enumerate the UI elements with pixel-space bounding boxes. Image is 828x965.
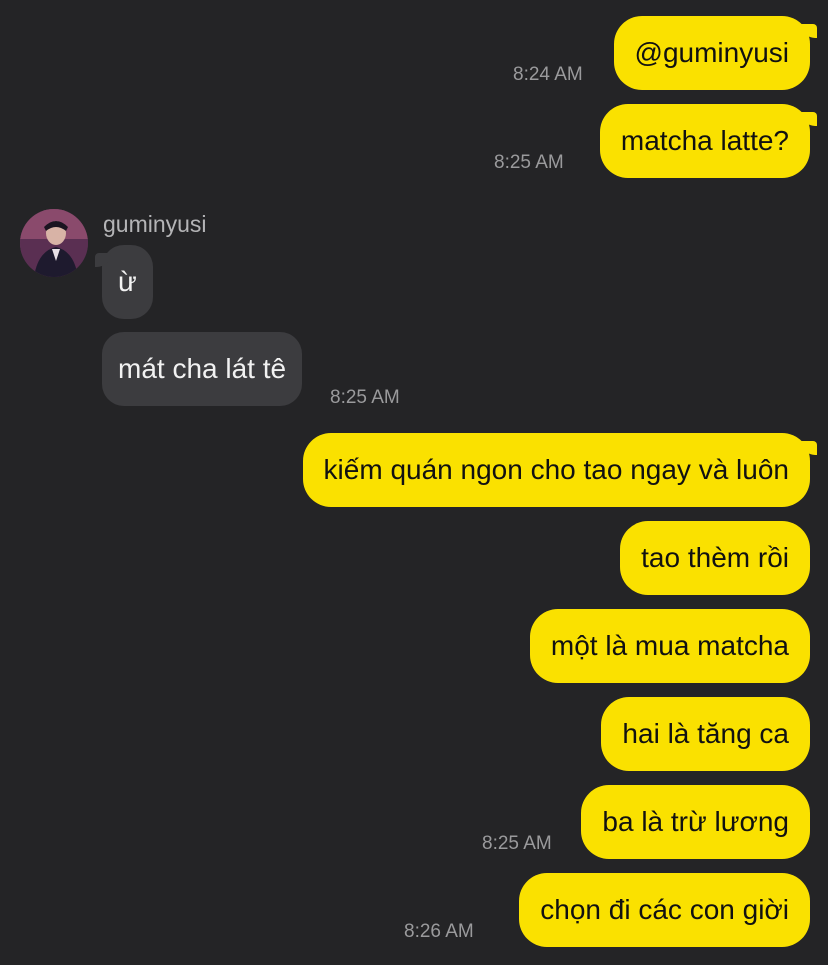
message-timestamp: 8:25 AM xyxy=(482,833,552,854)
outgoing-message[interactable]: tao thèm rồi xyxy=(620,521,810,595)
outgoing-message[interactable]: chọn đi các con giời xyxy=(519,873,810,947)
message-timestamp: 8:25 AM xyxy=(494,152,564,173)
message-timestamp: 8:24 AM xyxy=(513,64,583,85)
outgoing-message[interactable]: matcha latte? xyxy=(599,104,818,178)
message-timestamp: 8:26 AM xyxy=(404,921,474,942)
contact-name: guminyusi xyxy=(103,211,207,237)
outgoing-message[interactable]: hai là tăng ca xyxy=(601,697,810,771)
avatar-photo-icon xyxy=(20,209,88,277)
incoming-message[interactable]: ừ xyxy=(95,245,153,319)
incoming-message[interactable]: mát cha lát tê xyxy=(102,332,303,406)
outgoing-message[interactable]: @guminyusi xyxy=(613,16,818,90)
outgoing-message[interactable]: một là mua matcha xyxy=(529,609,810,683)
outgoing-message[interactable]: ba là trừ lương xyxy=(581,785,810,859)
contact-avatar[interactable] xyxy=(20,209,88,277)
message-timestamp: 8:25 AM xyxy=(330,387,400,408)
outgoing-message[interactable]: kiếm quán ngon cho tao ngay và luôn xyxy=(302,433,818,507)
